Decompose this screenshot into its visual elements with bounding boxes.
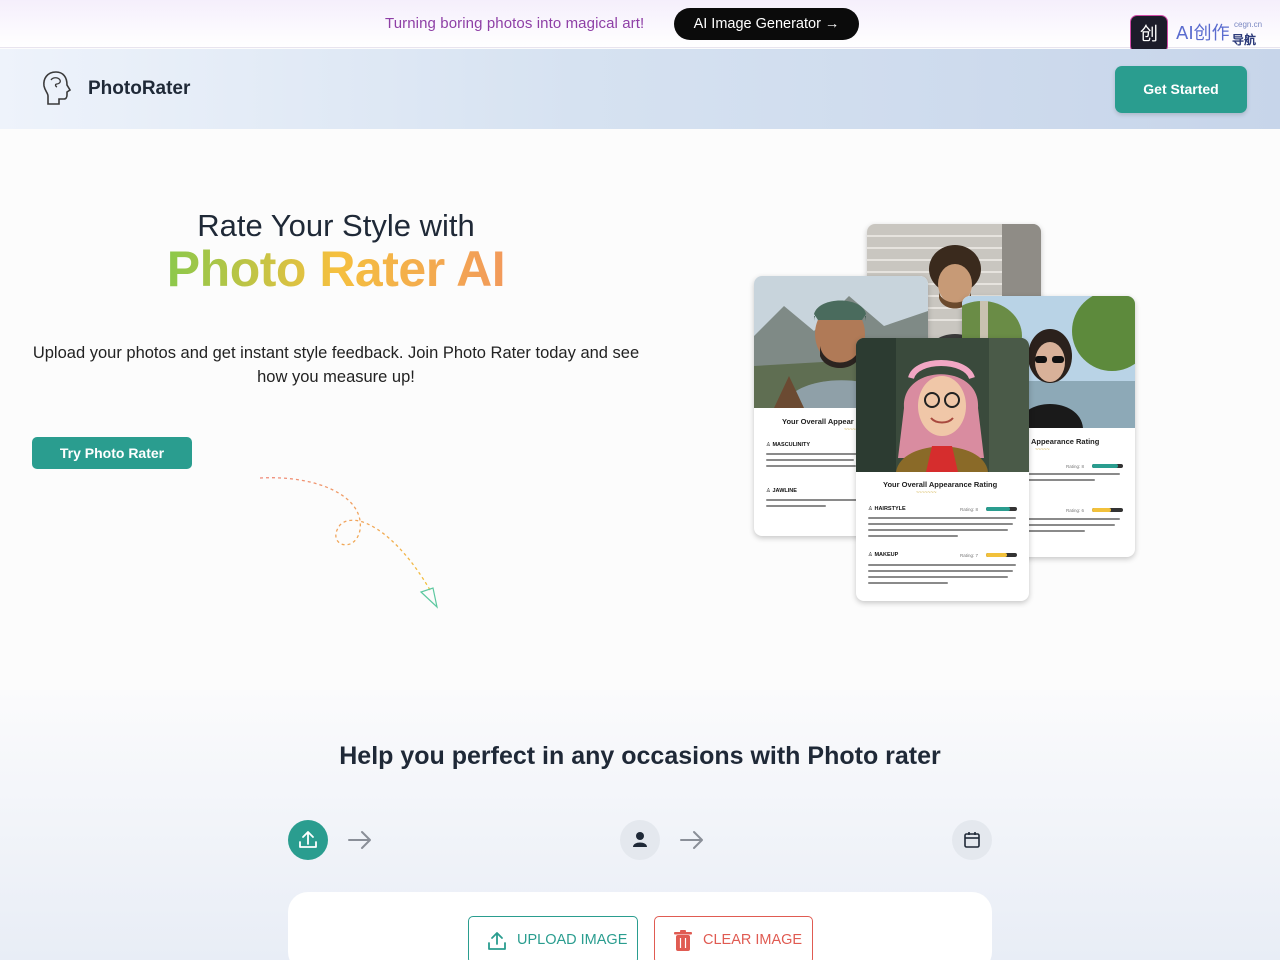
upload-image-label: UPLOAD IMAGE [517,932,628,948]
head-profile-logo-icon[interactable] [40,69,72,107]
card-front-label-1-text: HAIRSTYLE [874,506,906,512]
clear-image-button[interactable]: CLEAR IMAGE [654,916,813,960]
step-person[interactable] [620,820,660,860]
ai-nav-domain: cegn.cn [1234,20,1263,29]
hero-description: Upload your photos and get instant style… [32,344,640,386]
card-right-rating-2: Rating: 6 [1066,508,1085,513]
card-front-label-1: ♙ HAIRSTYLE [868,506,906,512]
card-left-text-line [766,453,858,455]
card-front-bar-1 [986,507,1017,511]
card-left-label-1: ♙ MASCULINITY [766,442,811,448]
promo-text: Turning boring photos into magical art! [385,15,645,32]
card-front-label-2: ♙ MAKEUP [868,552,899,558]
promo-bar: Turning boring photos into magical art! … [0,0,1280,48]
card-left-text-line [766,459,854,461]
brand-name[interactable]: PhotoRater [88,78,190,100]
hero-heading-line2: Photo Rater AI [0,240,672,298]
site-header: PhotoRater Get Started [0,49,1280,129]
get-started-button[interactable]: Get Started [1115,66,1247,113]
ai-image-generator-button[interactable]: AI Image Generator → [674,8,859,40]
card-front-title: Your Overall Appearance Rating [883,480,998,489]
card-front-label-2-text: MAKEUP [874,552,899,558]
card-front-text-line [868,582,948,584]
card-front-text-line [868,576,1008,578]
card-front-text-line [868,529,1008,531]
card-right-text-line [1025,530,1085,532]
clear-image-label: CLEAR IMAGE [703,932,803,948]
card-front-text-line [868,564,1016,566]
upload-image-button[interactable]: UPLOAD IMAGE [468,916,638,960]
arrow-right-icon [348,831,371,849]
card-front-text-line [868,523,1013,525]
card-left-text-line [766,505,826,507]
upload-icon [299,831,317,848]
section-title: Help you perfect in any occasions with P… [339,742,941,770]
person-icon [633,832,647,847]
card-front-rating-1: Rating: 8 [960,507,979,512]
card-left-text-line [766,499,858,501]
arrow-right-icon [680,831,703,849]
card-right-subtitle: ~~~~~ [1035,447,1050,453]
upload-icon [488,932,506,950]
card-front-subtitle: ~~~~~~~ [916,490,937,496]
card-front-text-line [868,570,1013,572]
card-left-label-1-text: MASCULINITY [772,442,811,448]
card-right-bar-1 [1092,464,1123,468]
card-right-text-line [1025,479,1095,481]
ai-nav-text: AI创作 [1176,23,1230,44]
card-right-text-line [1025,473,1120,475]
ai-nav-badge[interactable]: 创 AI创作 cegn.cn 导航 [1130,15,1265,53]
card-front-rating-2: Rating: 7 [960,553,979,558]
dashed-arrow-doodle [259,477,438,609]
card-right-rating-1: Rating: 8 [1066,464,1085,469]
ai-nav-sub: 导航 [1232,33,1257,47]
card-left-text-line [766,465,856,467]
card-front-bar-2 [986,553,1017,557]
step-calendar[interactable] [952,820,992,860]
card-right-title: ll Appearance Rating [1025,437,1100,446]
try-photo-rater-button[interactable]: Try Photo Rater [32,437,192,469]
card-right-text-line [1025,518,1120,520]
card-left-label-2: ♙ JAWLINE [766,488,797,494]
card-left-label-2-text: JAWLINE [772,488,797,494]
ai-nav-logo-icon: 创 [1130,15,1168,53]
calendar-icon [964,832,980,848]
trash-icon [674,930,692,951]
step-upload[interactable] [288,820,328,860]
photo-colorful-hair-woman [856,338,1029,472]
upload-panel [288,892,992,960]
card-left-title: Your Overall Appear [782,417,854,426]
sample-card-front: Your Overall Appearance Rating ~~~~~~~ ♙… [856,338,1029,601]
card-right-text-line [1025,524,1115,526]
hero-heading-line1: Rate Your Style with [197,208,475,243]
card-front-text-line [868,535,958,537]
card-front-text-line [868,517,1016,519]
card-right-bar-2 [1092,508,1123,512]
